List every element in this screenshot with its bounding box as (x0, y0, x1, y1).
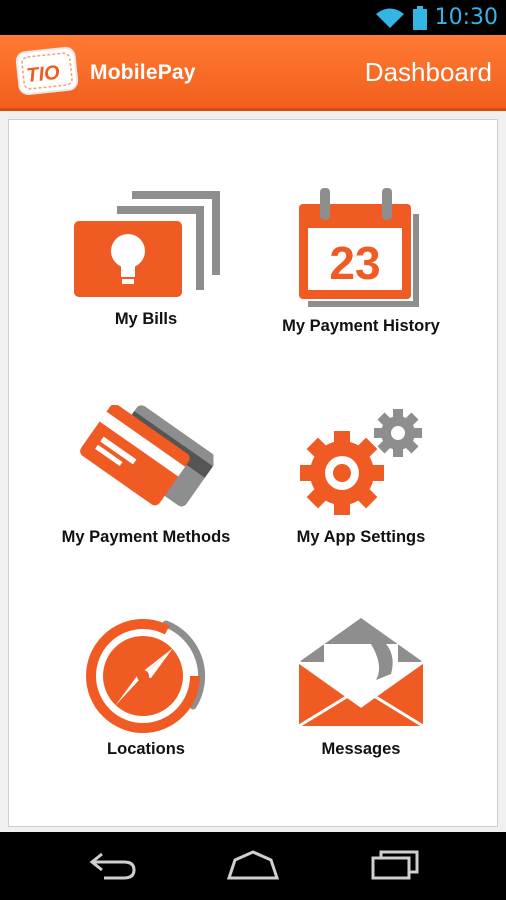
logo-text: TIO (25, 62, 61, 87)
messages-tile[interactable]: Messages (261, 610, 461, 800)
calendar-icon: 23 (299, 188, 419, 307)
navigation-bar (0, 832, 506, 900)
tio-logo[interactable]: TIO (14, 44, 82, 98)
app-name: MobilePay (90, 61, 196, 84)
recent-apps-button[interactable] (360, 846, 430, 886)
calendar-day: 23 (329, 237, 380, 289)
tio-logo-icon: TIO (15, 46, 79, 96)
my-payment-history-label: My Payment History (282, 317, 440, 335)
home-button[interactable] (218, 846, 288, 886)
recent-apps-icon (371, 850, 419, 880)
status-icons: 10:30 (375, 0, 498, 35)
home-icon (226, 850, 280, 880)
back-icon (89, 852, 136, 880)
page-title: Dashboard (364, 57, 492, 87)
my-bills-label: My Bills (114, 310, 178, 328)
status-bar: 10:30 (0, 0, 506, 35)
my-app-settings-label: My App Settings (296, 528, 426, 546)
credit-card-icon (80, 405, 214, 507)
dashboard-panel: My Bills 23 My Payment History My Paymen… (8, 119, 498, 827)
envelope-icon (298, 618, 424, 728)
messages-label: Messages (321, 740, 401, 758)
locations-label: Locations (107, 740, 185, 758)
my-payment-history-tile[interactable]: 23 My Payment History (261, 180, 461, 370)
app-bar: TIO MobilePay Dashboard (0, 35, 506, 111)
compass-icon (86, 619, 206, 733)
locations-tile[interactable]: Locations (46, 610, 246, 800)
my-payment-methods-tile[interactable]: My Payment Methods (46, 400, 246, 590)
status-clock: 10:30 (434, 5, 498, 30)
gears-icon (300, 409, 422, 515)
my-payment-methods-label: My Payment Methods (61, 528, 231, 546)
my-app-settings-tile[interactable]: My App Settings (261, 400, 461, 590)
wifi-icon (375, 8, 404, 28)
my-bills-tile[interactable]: My Bills (46, 180, 246, 370)
back-button[interactable] (78, 846, 148, 886)
bills-icon (74, 191, 220, 297)
battery-icon (412, 5, 427, 30)
